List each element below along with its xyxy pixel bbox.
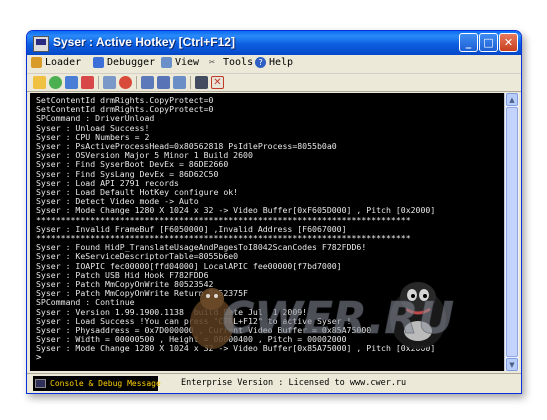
debug-icon[interactable] — [141, 76, 154, 89]
status-bar: Console & Debug Message Enterprise Versi… — [27, 373, 521, 393]
help-icon: ? — [255, 57, 266, 68]
toolbar-separator — [190, 76, 191, 89]
console-icon — [35, 379, 46, 388]
console-output[interactable]: SetContentId drmRights.CopyProtect=0 SetC… — [30, 93, 504, 371]
reload-icon[interactable] — [49, 76, 62, 89]
bookmark-icon[interactable] — [81, 76, 94, 89]
window2-icon[interactable] — [173, 76, 186, 89]
scroll-up-button[interactable]: ▲ — [506, 93, 518, 106]
license-info: Enterprise Version : Licensed to www.cwe… — [181, 378, 407, 388]
disk-icon[interactable] — [119, 76, 132, 89]
menu-debugger[interactable]: Debugger — [93, 57, 155, 68]
minimize-button[interactable]: _ — [459, 33, 478, 52]
scroll-thumb[interactable] — [506, 107, 518, 357]
open-icon[interactable] — [33, 76, 46, 89]
console-debug-tab[interactable]: Console & Debug Message — [33, 376, 161, 391]
app-icon[interactable] — [33, 36, 49, 52]
tools-icon: ✂ — [209, 57, 216, 68]
save-icon[interactable] — [65, 76, 78, 89]
title-bar[interactable]: Syser : Active Hotkey [Ctrl+F12] _ □ ✕ — [27, 31, 521, 55]
debugger-icon — [93, 57, 104, 68]
console-prompt[interactable]: > — [36, 353, 41, 363]
toolbar-separator — [136, 76, 137, 89]
toolbar: ✕ — [27, 74, 521, 92]
terminal-icon[interactable] — [195, 76, 208, 89]
chart-icon[interactable] — [103, 76, 116, 89]
window-title: Syser : Active Hotkey [Ctrl+F12] — [53, 35, 235, 49]
view-icon — [161, 57, 172, 68]
maximize-button[interactable]: □ — [479, 33, 498, 52]
menu-loader[interactable]: Loader — [31, 57, 81, 68]
window-icon[interactable] — [157, 76, 170, 89]
toolbar-separator — [98, 76, 99, 89]
stop-icon[interactable]: ✕ — [211, 76, 224, 89]
console-scrollbar[interactable]: ▲ ▼ — [504, 93, 519, 371]
menu-help[interactable]: ? Help — [255, 57, 293, 68]
close-button[interactable]: ✕ — [499, 33, 518, 52]
watermark-logo: CWER.RU — [190, 282, 454, 349]
menu-bar: Loader Debugger View ✂ Tools ? Help — [27, 55, 521, 74]
scroll-down-button[interactable]: ▼ — [506, 358, 518, 371]
menu-view[interactable]: View — [161, 57, 199, 68]
loader-icon — [31, 57, 42, 68]
watermark-text: CWER.RU — [222, 293, 454, 344]
syser-window: Syser : Active Hotkey [Ctrl+F12] _ □ ✕ L… — [26, 30, 522, 394]
menu-tools[interactable]: ✂ Tools — [209, 57, 253, 68]
